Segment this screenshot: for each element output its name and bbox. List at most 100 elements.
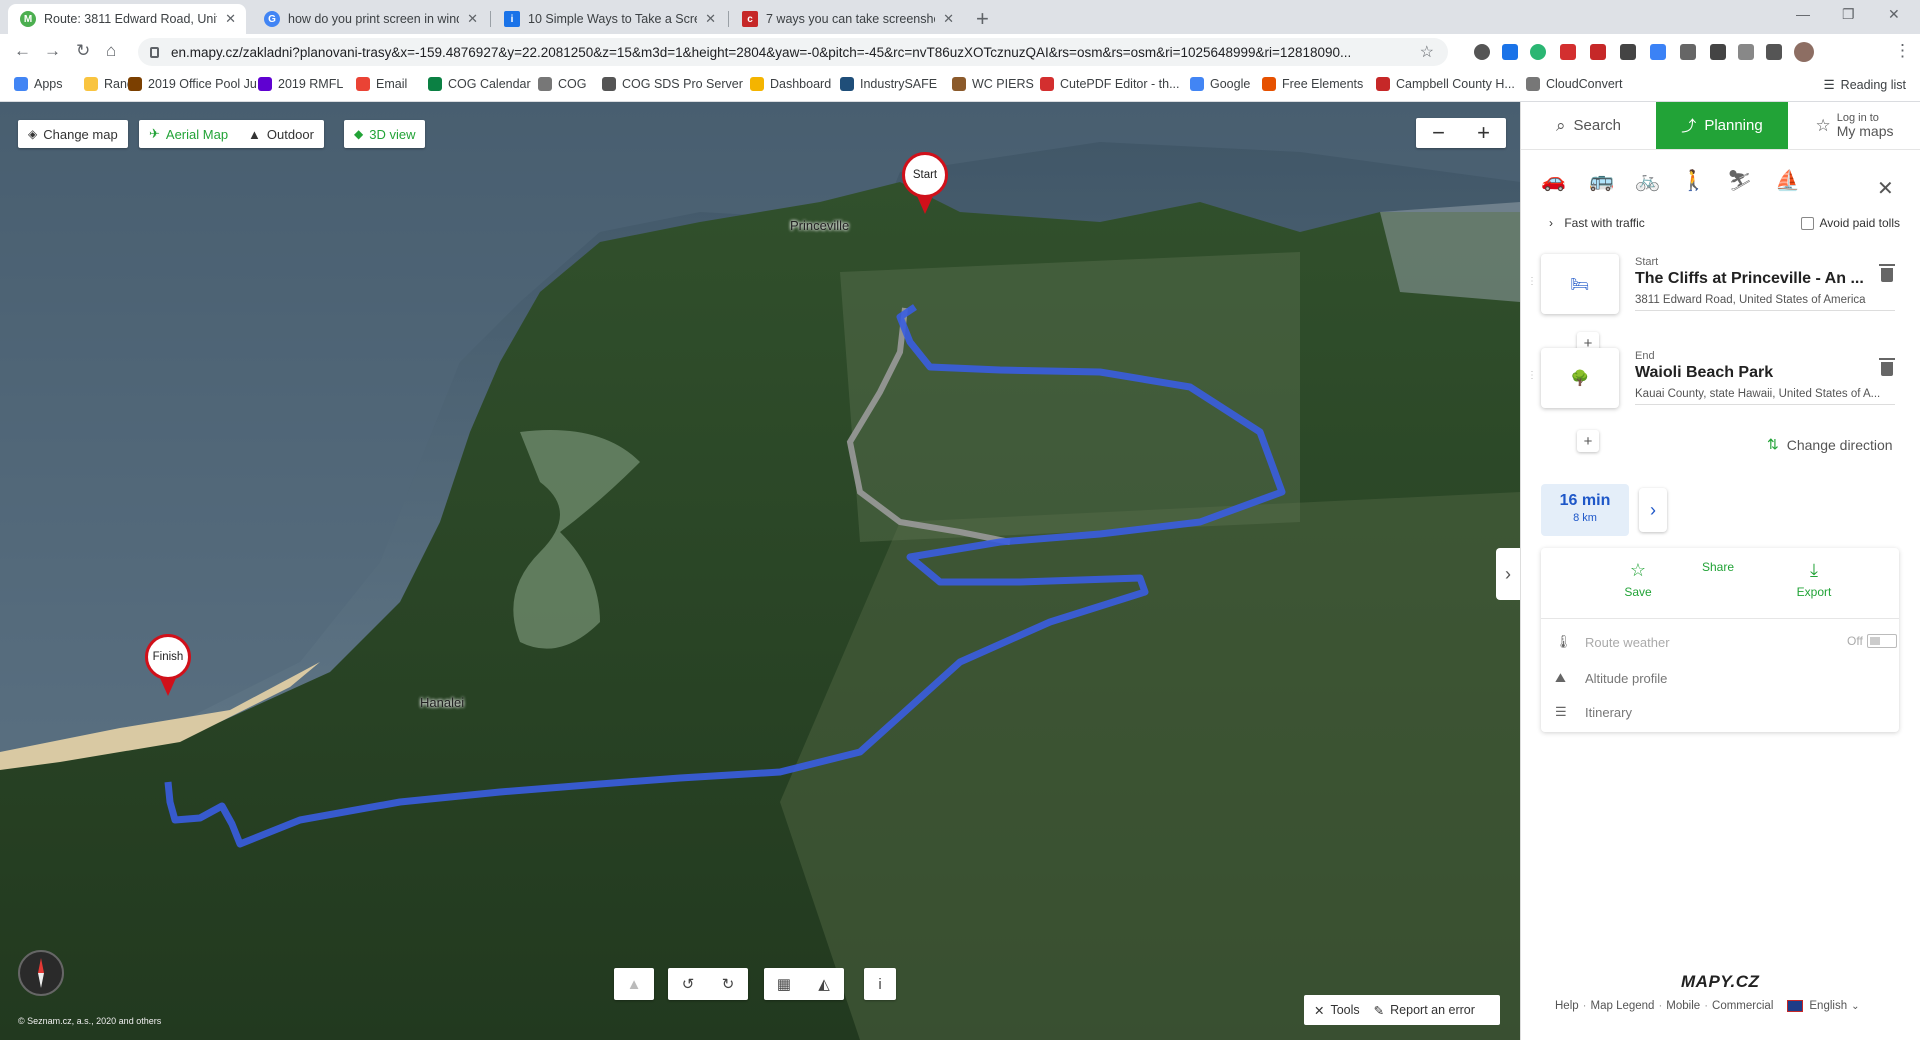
forward-icon[interactable]: →	[44, 41, 61, 61]
tools-button[interactable]: Tools	[1330, 1003, 1359, 1017]
extension-icon[interactable]	[1680, 44, 1696, 60]
close-tab-icon[interactable]: ✕	[943, 11, 954, 27]
rotate-left-icon[interactable]: ↺	[668, 968, 708, 1000]
route-summary[interactable]: 16 min 8 km	[1541, 484, 1629, 536]
close-tab-icon[interactable]: ✕	[705, 11, 716, 27]
bookmark-item[interactable]: Email	[356, 77, 407, 91]
grammarly-icon[interactable]	[1530, 44, 1546, 60]
compass-icon[interactable]	[18, 950, 64, 996]
report-error-button[interactable]: Report an error	[1390, 1003, 1475, 1017]
place-label-princeville[interactable]: Princeville	[790, 218, 849, 233]
walk-mode-icon[interactable]: 🚶	[1681, 168, 1706, 193]
close-tab-icon[interactable]: ✕	[225, 11, 236, 27]
boat-mode-icon[interactable]: ⛵	[1775, 168, 1800, 193]
finish-pin[interactable]: Finish	[145, 634, 191, 696]
public-transport-icon[interactable]: 🚌	[1589, 168, 1614, 193]
bookmark-item[interactable]: 2019 RMFL	[258, 77, 343, 91]
search-tab[interactable]: ⌕ Search	[1521, 102, 1656, 149]
bookmark-item[interactable]: Campbell County H...	[1376, 77, 1515, 91]
mapy-logo[interactable]: MAPY.CZ	[1681, 972, 1759, 992]
tab-cnet[interactable]: c 7 ways you can take screenshots ✕	[730, 4, 964, 34]
bookmark-item[interactable]: Dashboard	[750, 77, 831, 91]
share-button[interactable]: Share	[1683, 560, 1753, 574]
export-button[interactable]: ⤓ Export	[1779, 560, 1849, 599]
reload-icon[interactable]: ↻	[76, 41, 90, 61]
aerial-map-button[interactable]: ✈ Aerial Map	[139, 120, 238, 148]
avoid-tolls-checkbox[interactable]	[1800, 216, 1814, 230]
reading-list-button[interactable]: ☰ Reading list	[1823, 77, 1906, 93]
bookmark-item[interactable]: COG	[538, 77, 586, 91]
tab-screenshot-ways[interactable]: i 10 Simple Ways to Take a Screen ✕	[492, 4, 726, 34]
close-window-icon[interactable]: ✕	[1888, 6, 1900, 23]
bookmark-item[interactable]: WC PIERS	[952, 77, 1034, 91]
delete-start-icon[interactable]	[1879, 264, 1895, 282]
tilt-view-icon[interactable]: ◭	[804, 968, 844, 1000]
map-legend-link[interactable]: Map Legend	[1591, 1000, 1655, 1012]
tab-print-screen[interactable]: G how do you print screen in windo ✕	[252, 4, 488, 34]
info-button[interactable]: i	[864, 968, 896, 1000]
bike-mode-icon[interactable]: 🚲	[1635, 168, 1660, 193]
extension-icon[interactable]	[1474, 44, 1490, 60]
bookmark-star-icon[interactable]: ☆	[1420, 42, 1434, 62]
close-tab-icon[interactable]: ✕	[467, 11, 478, 27]
itinerary-row[interactable]: ☰ Itinerary	[1555, 704, 1632, 720]
end-waypoint[interactable]: ⋮⋮ 🌳 End Waioli Beach Park Kauai County,…	[1527, 348, 1909, 414]
grid-view-icon[interactable]: ▦	[764, 968, 804, 1000]
map-viewport[interactable]: ◈ Change map ✈ Aerial Map ▲ Outdoor ◆ 3D…	[0, 102, 1520, 1040]
language-selector[interactable]: English	[1809, 1000, 1847, 1012]
altitude-profile-row[interactable]: ⛰ Altitude profile	[1555, 670, 1667, 686]
extensions-puzzle-icon[interactable]	[1738, 44, 1754, 60]
zoom-out-button[interactable]: −	[1416, 118, 1461, 148]
add-waypoint-button[interactable]: +	[1577, 430, 1599, 452]
meet-extension-icon[interactable]	[1502, 44, 1518, 60]
3d-view-button[interactable]: ◆ 3D view	[344, 120, 426, 148]
toggle-switch[interactable]	[1866, 634, 1897, 648]
pdf-extension-icon[interactable]	[1590, 44, 1606, 60]
back-icon[interactable]: ←	[14, 41, 31, 61]
commercial-link[interactable]: Commercial	[1712, 1000, 1773, 1012]
planning-tab[interactable]: ⤴ Planning	[1656, 102, 1788, 149]
bookmark-item[interactable]: Google	[1190, 77, 1250, 91]
place-label-hanalei[interactable]: Hanalei	[420, 695, 464, 710]
delete-end-icon[interactable]	[1879, 358, 1895, 376]
mobile-link[interactable]: Mobile	[1666, 1000, 1700, 1012]
bookmark-item[interactable]: COG Calendar	[428, 77, 531, 91]
close-planning-icon[interactable]: ✕	[1877, 176, 1894, 201]
car-mode-icon[interactable]: 🚗	[1541, 168, 1566, 193]
bookmark-item[interactable]: 2019 Office Pool Ju...	[128, 77, 267, 91]
menu-kebab-icon[interactable]: ⋮	[1894, 41, 1911, 61]
bookmark-item[interactable]: CloudConvert	[1526, 77, 1622, 91]
new-tab-button[interactable]: +	[976, 6, 989, 32]
collapse-panel-button[interactable]: ›	[1496, 548, 1520, 600]
my-maps-login-tab[interactable]: ☆ Log in to My maps	[1788, 102, 1920, 149]
outdoor-button[interactable]: ▲ Outdoor	[238, 120, 324, 148]
start-name[interactable]: The Cliffs at Princeville - An ...	[1635, 270, 1871, 288]
save-button[interactable]: ☆ Save	[1603, 560, 1673, 599]
lastpass-icon[interactable]	[1560, 44, 1576, 60]
change-map-button[interactable]: ◈ Change map	[18, 120, 128, 148]
address-bar[interactable]: en.mapy.cz/zakladni?planovani-trasy&x=-1…	[138, 38, 1448, 66]
change-direction-button[interactable]: ⇅ Change direction	[1767, 436, 1893, 453]
route-preference[interactable]: › Fast with traffic	[1549, 216, 1645, 230]
route-weather-toggle[interactable]: Off	[1847, 634, 1897, 648]
bookmark-item[interactable]: COG SDS Pro Server	[602, 77, 743, 91]
minimize-icon[interactable]: —	[1796, 6, 1810, 22]
extension-icon[interactable]	[1620, 44, 1636, 60]
end-name[interactable]: Waioli Beach Park	[1635, 364, 1871, 382]
rotate-right-icon[interactable]: ↻	[708, 968, 748, 1000]
avoid-tolls-option[interactable]: Avoid paid tolls	[1800, 216, 1900, 230]
bookmark-item[interactable]: Free Elements	[1262, 77, 1363, 91]
zoom-in-button[interactable]: +	[1461, 118, 1506, 148]
reading-mode-icon[interactable]	[1766, 44, 1782, 60]
home-icon[interactable]: ⌂	[106, 41, 116, 61]
ski-mode-icon[interactable]: ⛷	[1727, 168, 1752, 193]
tab-route[interactable]: M Route: 3811 Edward Road, United ✕	[8, 4, 246, 34]
avatar[interactable]	[1794, 42, 1814, 62]
iq-extension-icon[interactable]	[1650, 44, 1666, 60]
restore-icon[interactable]: ❐	[1842, 6, 1855, 23]
start-pin[interactable]: Start	[902, 152, 948, 214]
route-weather-row[interactable]: 🌡 Route weather	[1555, 634, 1670, 650]
bookmark-item[interactable]: CutePDF Editor - th...	[1040, 77, 1179, 91]
extension-icon[interactable]	[1710, 44, 1726, 60]
help-link[interactable]: Help	[1555, 1000, 1579, 1012]
